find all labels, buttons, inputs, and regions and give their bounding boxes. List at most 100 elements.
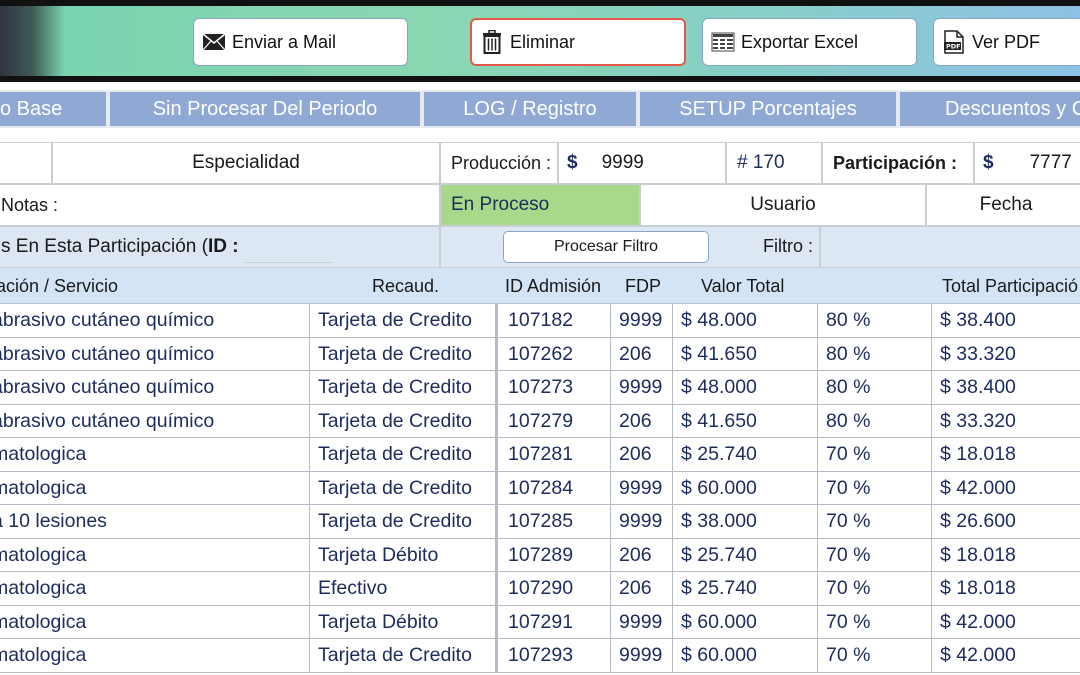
cell-id-admision: 107293 — [498, 639, 611, 673]
tab-descuentos[interactable]: Descuentos y C — [900, 92, 1080, 126]
table-header: ación / Servicio Recaud. ID Admisión FDP… — [0, 268, 1080, 304]
participacion-label: Participación : — [822, 142, 974, 184]
cell-recaud: Tarjeta de Credito — [310, 505, 498, 539]
cell-fdp: 206 — [611, 438, 673, 472]
envelope-icon — [202, 30, 226, 54]
col-id-admision[interactable]: ID Admisión — [505, 268, 601, 304]
cell-total-participacion: $ 18.018 — [940, 577, 1016, 600]
spreadsheet-icon — [711, 30, 735, 54]
col-valor-total[interactable]: Valor Total — [701, 268, 784, 304]
cell-total-participacion: $ 38.400 — [940, 376, 1016, 399]
pdf-file-icon: PDF — [942, 30, 966, 54]
cell-recaud: Tarjeta de Credito — [310, 471, 498, 505]
tab-bar: o Base Sin Procesar Del Periodo LOG / Re… — [0, 90, 1080, 128]
cell-servicio: matologica — [0, 605, 310, 639]
cell-total-participacion: $ 38.400 — [940, 309, 1016, 332]
cell-recaud: Tarjeta de Credito — [310, 304, 498, 338]
table-row[interactable]: abrasivo cutáneo químico Tarjeta de Credi… — [0, 304, 1080, 338]
cell-fdp: 9999 — [611, 639, 673, 673]
produccion-field[interactable]: $ 9999 — [558, 142, 726, 184]
cell-servicio: matologica — [0, 572, 310, 606]
table-row[interactable]: abrasivo cutáneo químico Tarjeta de Credi… — [0, 371, 1080, 405]
cell-valor-total: $ 41.650 — [673, 404, 818, 438]
participacion-title-text: s En Esta Participación ( — [1, 236, 208, 257]
cell-fdp: 206 — [611, 572, 673, 606]
cell-fdp: 206 — [611, 337, 673, 371]
table-row[interactable]: abrasivo cutáneo químico Tarjeta de Credi… — [0, 337, 1080, 371]
cell-total-participacion: $ 18.018 — [940, 543, 1016, 566]
cell-valor-total: $ 60.000 — [673, 471, 818, 505]
cell-id-admision: 107290 — [498, 572, 611, 606]
cell-total-participacion: $ 18.018 — [940, 443, 1016, 466]
svg-text:PDF: PDF — [946, 43, 961, 51]
cell-porcentaje: 70 % — [818, 572, 932, 606]
export-excel-button[interactable]: Exportar Excel — [702, 18, 917, 66]
cell-servicio: abrasivo cutáneo químico — [0, 404, 310, 438]
cell-id-admision: 107279 — [498, 404, 611, 438]
participacion-field[interactable]: $ 7777 — [974, 142, 1080, 184]
col-fdp[interactable]: FDP — [625, 268, 661, 304]
cell-id-admision: 107281 — [498, 438, 611, 472]
tab-log-registro[interactable]: LOG / Registro — [424, 92, 636, 126]
procesar-filtro-button[interactable]: Procesar Filtro — [503, 231, 709, 263]
cell-recaud: Tarjeta Débito — [310, 538, 498, 572]
cell-fdp: 9999 — [611, 371, 673, 405]
table-row[interactable]: matologica Tarjeta Débito 107289 206 $ 25.74… — [0, 538, 1080, 572]
cell-total-participacion: $ 42.000 — [940, 476, 1016, 499]
table-row[interactable]: abrasivo cutáneo químico Tarjeta de Credi… — [0, 404, 1080, 438]
tab-setup-porcentajes[interactable]: SETUP Porcentajes — [640, 92, 896, 126]
cell-recaud: Tarjeta de Credito — [310, 337, 498, 371]
tab-base[interactable]: o Base — [0, 92, 106, 126]
produccion-value: 9999 — [601, 152, 644, 173]
col-recaud[interactable]: Recaud. — [372, 268, 439, 304]
view-pdf-button[interactable]: PDF Ver PDF — [933, 18, 1080, 66]
trash-icon — [480, 30, 504, 54]
cell-total-participacion: $ 42.000 — [940, 644, 1016, 667]
send-mail-button[interactable]: Enviar a Mail — [193, 18, 408, 66]
cell-id-admision: 107182 — [498, 304, 611, 338]
cell-porcentaje: 70 % — [818, 538, 932, 572]
cell-porcentaje: 70 % — [818, 605, 932, 639]
especialidad-field[interactable]: Especialidad — [52, 142, 440, 184]
header-blank-cell — [0, 142, 52, 184]
table-row[interactable]: a 10 lesiones Tarjeta de Credito 107285 999… — [0, 505, 1080, 539]
table-body: abrasivo cutáneo químico Tarjeta de Credi… — [0, 304, 1080, 673]
cell-recaud: Tarjeta de Credito — [310, 639, 498, 673]
cell-total-participacion: $ 42.000 — [940, 610, 1016, 633]
cell-valor-total: $ 60.000 — [673, 605, 818, 639]
id-input[interactable] — [244, 245, 333, 263]
cell-fdp: 9999 — [611, 605, 673, 639]
cell-porcentaje: 70 % — [818, 471, 932, 505]
produccion-currency: $ — [567, 152, 578, 173]
delete-button[interactable]: Eliminar — [470, 18, 686, 66]
cell-total-participacion: $ 26.600 — [940, 510, 1016, 533]
table-row[interactable]: matologica Tarjeta de Credito 107293 9999 $ … — [0, 639, 1080, 673]
cell-servicio: abrasivo cutáneo químico — [0, 337, 310, 371]
table-row[interactable]: matologica Tarjeta Débito 107291 9999 $ 60.0… — [0, 605, 1080, 639]
cell-servicio: matologica — [0, 639, 310, 673]
table-row[interactable]: matologica Tarjeta de Credito 107281 206 $ 2… — [0, 438, 1080, 472]
fecha-field: Fecha — [926, 184, 1080, 226]
cell-servicio: abrasivo cutáneo químico — [0, 304, 310, 338]
toolbar: Enviar a Mail Eliminar Exportar Excel PD… — [0, 0, 1080, 82]
id-label: ID : — [207, 236, 239, 257]
cell-porcentaje: 70 % — [818, 505, 932, 539]
participacion-value: 7777 — [1029, 152, 1072, 173]
filtro-input[interactable] — [820, 226, 1080, 268]
col-servicio[interactable]: ación / Servicio — [0, 268, 118, 304]
cell-valor-total: $ 25.740 — [673, 572, 818, 606]
cell-id-admision: 107273 — [498, 371, 611, 405]
cell-servicio: a 10 lesiones — [0, 505, 310, 539]
col-total-participacion[interactable]: Total Participació — [942, 268, 1078, 304]
table-row[interactable]: matologica Tarjeta de Credito 107284 9999 $ … — [0, 471, 1080, 505]
cell-porcentaje: 70 % — [818, 438, 932, 472]
cell-servicio: abrasivo cutáneo químico — [0, 371, 310, 405]
table-row[interactable]: matologica Efectivo 107290 206 $ 25.740 70 % $… — [0, 572, 1080, 606]
cell-valor-total: $ 38.000 — [673, 505, 818, 539]
view-pdf-label: Ver PDF — [972, 31, 1041, 52]
estado-badge: En Proceso — [440, 184, 640, 226]
numero-field: # 170 — [726, 142, 822, 184]
participacion-currency: $ — [983, 152, 994, 173]
tab-sin-procesar[interactable]: Sin Procesar Del Periodo — [110, 92, 420, 126]
notas-label: Notas : — [0, 184, 440, 226]
